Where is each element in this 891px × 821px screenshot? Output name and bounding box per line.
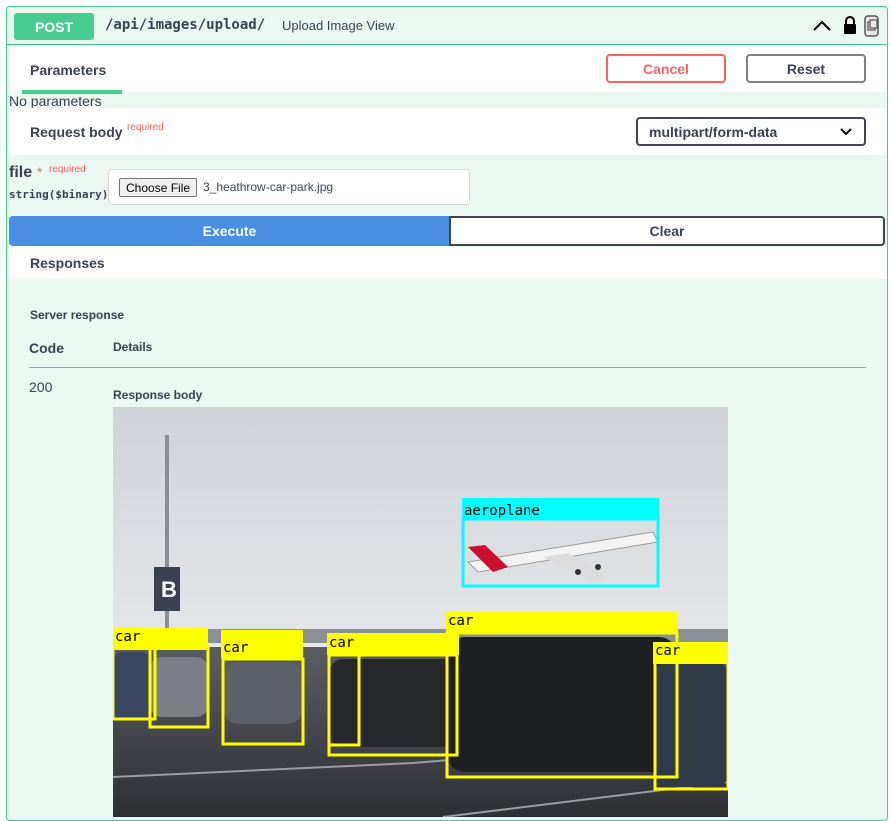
- clear-button[interactable]: Clear: [449, 216, 885, 246]
- detection-label: car: [223, 640, 248, 656]
- detection-label: car: [115, 629, 140, 645]
- responses-title: Responses: [30, 255, 105, 271]
- detection-label: car: [329, 635, 354, 651]
- car-shape: [447, 637, 677, 772]
- car-shape: [223, 662, 303, 724]
- execute-button[interactable]: Execute: [9, 216, 450, 246]
- response-body-label: Response body: [113, 388, 203, 402]
- response-code: 200: [29, 379, 53, 395]
- chevron-down-icon: [840, 128, 852, 136]
- content-type-value: multipart/form-data: [649, 124, 778, 140]
- file-required-star: *: [37, 164, 43, 180]
- car-shape: [655, 662, 728, 787]
- chosen-file-name: 3_heathrow-car-park.jpg: [203, 180, 334, 194]
- cancel-button[interactable]: Cancel: [606, 54, 726, 83]
- car-shape: [113, 652, 151, 720]
- detection-label: aeroplane: [464, 503, 540, 519]
- chevron-up-icon[interactable]: [811, 16, 833, 36]
- file-param-type: string($binary): [9, 188, 109, 201]
- content-type-select[interactable]: multipart/form-data: [636, 117, 866, 146]
- endpoint-path: /api/images/upload/: [105, 17, 266, 33]
- table-divider: [29, 367, 866, 368]
- operation-block: POST /api/images/upload/ Upload Image Vi…: [6, 6, 888, 821]
- car-shape: [150, 657, 208, 717]
- detection-label: car: [655, 643, 680, 659]
- copy-icon[interactable]: [863, 13, 881, 39]
- lock-icon[interactable]: [842, 15, 858, 35]
- tab-parameters[interactable]: Parameters: [30, 62, 106, 78]
- reset-button[interactable]: Reset: [746, 54, 866, 83]
- details-column-header: Details: [113, 340, 153, 354]
- response-image: B aeroplane car car car car car: [113, 407, 728, 817]
- detection-label: car: [448, 613, 473, 629]
- file-required-text: required: [49, 164, 86, 175]
- request-body-label: Request body: [30, 124, 123, 140]
- file-param-name: file: [9, 164, 33, 181]
- endpoint-description: Upload Image View: [282, 18, 395, 33]
- method-badge: POST: [14, 13, 94, 40]
- request-body-required: required: [127, 122, 164, 133]
- no-parameters-text: No parameters: [9, 93, 102, 109]
- choose-file-button[interactable]: Choose File: [119, 178, 198, 197]
- operation-summary[interactable]: POST /api/images/upload/ Upload Image Vi…: [7, 7, 887, 45]
- file-input[interactable]: Choose File 3_heathrow-car-park.jpg: [108, 169, 470, 205]
- car-shape: [329, 659, 457, 747]
- svg-text:B: B: [161, 577, 177, 602]
- code-column-header: Code: [29, 340, 64, 356]
- server-response-label: Server response: [30, 308, 125, 322]
- responses-header: Responses: [8, 247, 886, 279]
